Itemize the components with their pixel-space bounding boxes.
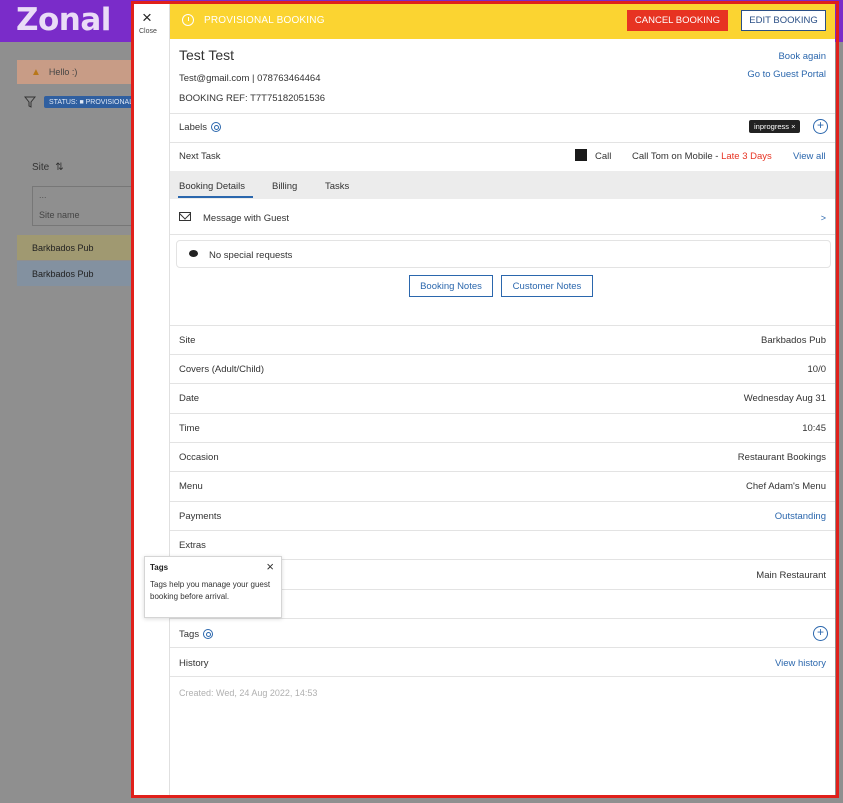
alert-text: Hello :): [48, 67, 78, 77]
warning-icon: ▲: [31, 66, 41, 78]
detail-value-site: Barkbados Pub: [761, 335, 826, 346]
site-column-header[interactable]: Site ⇅: [32, 162, 64, 173]
label-chip-inprogress[interactable]: inprogress ×: [749, 120, 801, 133]
booking-panel: PROVISIONAL BOOKING CANCEL BOOKING EDIT …: [170, 3, 835, 795]
divider: [170, 142, 835, 143]
detail-label-extras: Extras: [179, 540, 206, 551]
divider: [170, 413, 835, 414]
labels-label: Labels: [179, 122, 207, 133]
close-icon[interactable]: ×: [266, 559, 274, 574]
divider: [170, 501, 835, 502]
detail-label-payments: Payments: [179, 511, 222, 522]
guest-contact: Test@gmail.com | 078763464464: [179, 73, 321, 84]
detail-value-occasion: Restaurant Bookings: [737, 452, 826, 463]
booking-reference: BOOKING REF: T7T75182051536: [179, 93, 326, 104]
created-timestamp: Created: Wed, 24 Aug 2022, 14:53: [179, 688, 318, 698]
filter-icon[interactable]: [24, 96, 36, 108]
next-task-label: Next Task: [179, 151, 221, 162]
tooltip-body: Tags help you manage your guest booking …: [150, 580, 271, 601]
info-icon[interactable]: [211, 122, 221, 133]
tags-tooltip: Tags × Tags help you manage your guest b…: [144, 556, 282, 618]
cancel-booking-button[interactable]: CANCEL BOOKING: [627, 10, 728, 31]
special-requests-box: No special requests: [176, 240, 831, 268]
divider: [170, 530, 835, 531]
detail-value-covers: 10/0: [807, 364, 827, 375]
chevron-right-icon[interactable]: >: [821, 213, 826, 223]
divider: [170, 618, 835, 619]
close-icon[interactable]: ×: [142, 9, 152, 26]
speech-bubble-icon: [189, 250, 198, 257]
add-tag-icon[interactable]: +: [813, 626, 828, 641]
tab-tasks[interactable]: Tasks: [325, 181, 349, 192]
close-label[interactable]: Close: [139, 28, 157, 35]
divider: [170, 354, 835, 355]
task-desc-text: Call Tom on Mobile -: [632, 151, 722, 162]
history-label: History: [179, 658, 209, 669]
add-label-icon[interactable]: +: [813, 119, 828, 134]
divider: [170, 471, 835, 472]
detail-label-menu: Menu: [179, 481, 203, 492]
info-icon[interactable]: [203, 629, 214, 640]
envelope-icon: [179, 212, 191, 221]
tags-row: Tags: [179, 629, 214, 640]
booking-status-title: PROVISIONAL BOOKING: [204, 15, 325, 26]
status-filter-chip[interactable]: STATUS: ■ PROVISIONAL ×: [44, 96, 144, 108]
detail-label-date: Date: [179, 393, 200, 404]
tab-billing[interactable]: Billing: [272, 181, 297, 192]
detail-label-occasion: Occasion: [179, 452, 219, 463]
message-with-guest-row[interactable]: Message with Guest >: [170, 204, 835, 234]
labels-row: Labels: [179, 122, 221, 133]
detail-value-time: 10:45: [802, 423, 826, 434]
view-all-tasks-link[interactable]: View all: [793, 151, 826, 162]
task-description: Call Tom on Mobile - Late 3 Days: [632, 151, 772, 162]
booking-notes-button[interactable]: Booking Notes: [409, 275, 493, 297]
close-column[interactable]: × Close: [133, 3, 170, 795]
active-tab-indicator: [178, 196, 253, 198]
site-header-label: Site: [32, 162, 50, 173]
divider: [170, 676, 835, 677]
guest-portal-link[interactable]: Go to Guest Portal: [747, 69, 826, 80]
detail-label-site: Site: [179, 335, 196, 346]
detail-value-date: Wednesday Aug 31: [743, 393, 826, 404]
task-late-badge: Late 3 Days: [721, 151, 772, 162]
tags-label: Tags: [179, 629, 200, 640]
site-name-label: Site name: [39, 210, 80, 220]
special-requests-text: No special requests: [209, 250, 293, 261]
task-type: Call: [595, 151, 612, 162]
sort-icon[interactable]: ⇅: [55, 162, 63, 173]
book-again-link[interactable]: Book again: [778, 51, 826, 62]
clock-icon: [182, 14, 194, 26]
divider: [170, 113, 835, 114]
detail-value-area: Main Restaurant: [756, 570, 826, 581]
divider: [170, 442, 835, 443]
tooltip-title: Tags: [150, 563, 169, 572]
zonal-logo: Zonal: [16, 2, 111, 38]
divider: [170, 647, 835, 648]
booking-status-bar: PROVISIONAL BOOKING CANCEL BOOKING EDIT …: [170, 3, 835, 39]
payments-outstanding-link[interactable]: Outstanding: [775, 511, 826, 522]
tab-booking-details[interactable]: Booking Details: [179, 181, 245, 192]
tabs-bar: Booking Details Billing Tasks: [170, 171, 835, 199]
filter-row: STATUS: ■ PROVISIONAL ×: [24, 96, 144, 108]
guest-name: Test Test: [179, 47, 234, 63]
edit-booking-button[interactable]: EDIT BOOKING: [741, 10, 826, 31]
divider: [170, 325, 835, 326]
divider: [170, 383, 835, 384]
view-history-link[interactable]: View history: [775, 658, 826, 669]
detail-label-covers: Covers (Adult/Child): [179, 364, 264, 375]
call-task-icon: [575, 149, 587, 161]
detail-value-menu: Chef Adam's Menu: [746, 481, 826, 492]
detail-label-time: Time: [179, 423, 200, 434]
customer-notes-button[interactable]: Customer Notes: [501, 275, 593, 297]
divider: [170, 234, 835, 235]
message-with-guest-label: Message with Guest: [203, 213, 290, 224]
